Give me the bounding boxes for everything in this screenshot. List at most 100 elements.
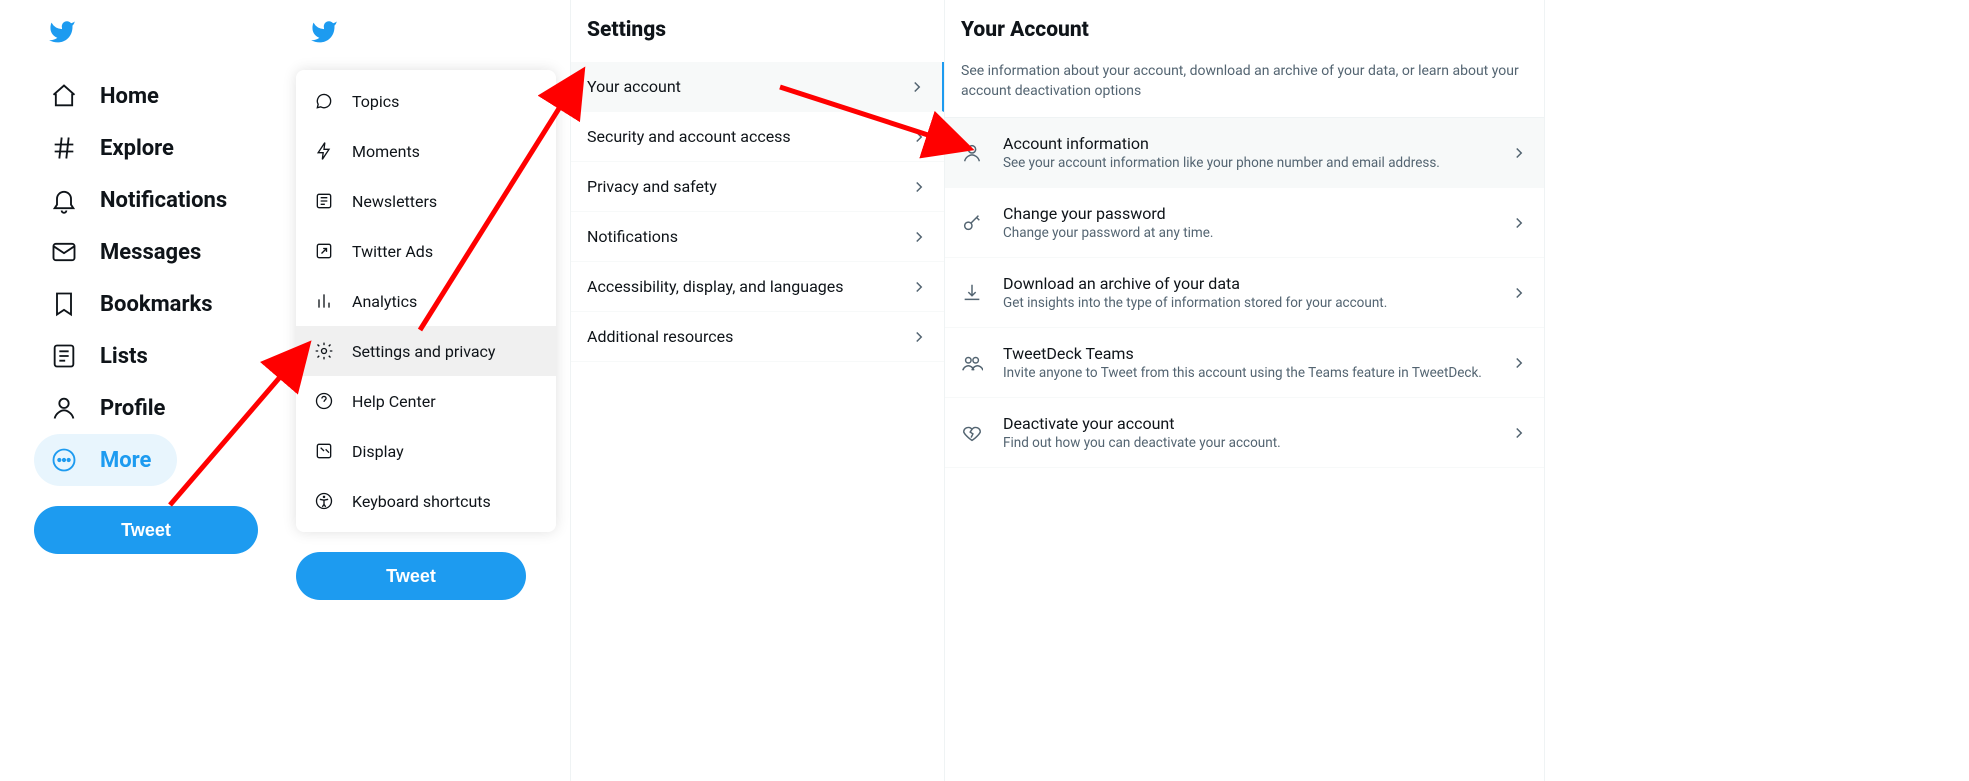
nav-notifications[interactable]: Notifications — [34, 174, 274, 226]
twitter-logo-icon[interactable] — [310, 18, 338, 46]
nav-label: Lists — [100, 344, 148, 369]
team-icon — [961, 352, 983, 374]
more-label: Keyboard shortcuts — [352, 492, 491, 511]
newsletter-icon — [314, 191, 334, 211]
analytics-icon — [314, 291, 334, 311]
chevron-right-icon — [908, 78, 926, 96]
user-icon — [961, 142, 983, 164]
envelope-icon — [50, 238, 78, 266]
settings-label: Your account — [587, 77, 681, 96]
more-analytics[interactable]: Analytics — [296, 276, 556, 326]
nav-home[interactable]: Home — [34, 70, 274, 122]
tweetdeck-teams-row[interactable]: TweetDeck Teams Invite anyone to Tweet f… — [945, 328, 1544, 398]
chevron-right-icon — [1510, 214, 1528, 232]
nav-label: Notifications — [100, 188, 227, 213]
chevron-right-icon — [910, 328, 928, 346]
chevron-right-icon — [910, 178, 928, 196]
account-info-row[interactable]: Account information See your account inf… — [945, 118, 1544, 188]
tweet-button[interactable]: Tweet — [34, 506, 258, 554]
settings-label: Security and account access — [587, 127, 791, 146]
chevron-right-icon — [1510, 284, 1528, 302]
change-password-row[interactable]: Change your password Change your passwor… — [945, 188, 1544, 258]
key-icon — [961, 212, 983, 234]
chevron-right-icon — [910, 228, 928, 246]
accessibility-icon — [314, 491, 334, 511]
account-column: Your Account See information about your … — [945, 0, 1545, 781]
nav-label: Bookmarks — [100, 292, 213, 317]
nav-label: More — [100, 448, 151, 473]
more-topics[interactable]: Topics — [296, 76, 556, 126]
more-menu: Topics Moments Newsletters Twitter Ads A… — [296, 70, 556, 532]
lists-icon — [50, 342, 78, 370]
detail-sub: Change your password at any time. — [1003, 225, 1490, 241]
nav-profile[interactable]: Profile — [34, 382, 274, 434]
settings-your-account[interactable]: Your account — [571, 62, 944, 112]
detail-title: Account information — [1003, 134, 1490, 153]
more-label: Analytics — [352, 292, 417, 311]
more-ads[interactable]: Twitter Ads — [296, 226, 556, 276]
nav-label: Profile — [100, 396, 165, 421]
settings-label: Accessibility, display, and languages — [587, 277, 844, 296]
heartbreak-icon — [961, 422, 983, 444]
hashtag-icon — [50, 134, 78, 162]
detail-title: TweetDeck Teams — [1003, 344, 1490, 363]
profile-icon — [50, 394, 78, 422]
detail-sub: See your account information like your p… — [1003, 155, 1490, 171]
nav-bookmarks[interactable]: Bookmarks — [34, 278, 274, 330]
chevron-right-icon — [1510, 354, 1528, 372]
account-title: Your Account — [945, 0, 1544, 62]
nav-label: Explore — [100, 136, 174, 161]
settings-accessibility[interactable]: Accessibility, display, and languages — [571, 262, 944, 312]
download-archive-row[interactable]: Download an archive of your data Get ins… — [945, 258, 1544, 328]
more-label: Moments — [352, 142, 420, 161]
bell-icon — [50, 186, 78, 214]
gear-icon — [314, 341, 334, 361]
settings-label: Additional resources — [587, 327, 733, 346]
nav-label: Home — [100, 84, 159, 109]
primary-nav: Home Explore Notifications Messages Book… — [34, 18, 274, 554]
twitter-logo-icon[interactable] — [48, 18, 76, 46]
account-description: See information about your account, down… — [945, 62, 1544, 118]
more-settings-privacy[interactable]: Settings and privacy — [296, 326, 556, 376]
settings-additional[interactable]: Additional resources — [571, 312, 944, 362]
bookmark-icon — [50, 290, 78, 318]
display-icon — [314, 441, 334, 461]
detail-title: Change your password — [1003, 204, 1490, 223]
settings-title: Settings — [571, 0, 944, 62]
deactivate-row[interactable]: Deactivate your account Find out how you… — [945, 398, 1544, 468]
topics-icon — [314, 91, 334, 111]
more-menu-column: Topics Moments Newsletters Twitter Ads A… — [296, 18, 556, 600]
settings-notifications[interactable]: Notifications — [571, 212, 944, 262]
chevron-right-icon — [1510, 424, 1528, 442]
more-icon — [50, 446, 78, 474]
chevron-right-icon — [910, 278, 928, 296]
more-label: Settings and privacy — [352, 342, 496, 361]
more-label: Newsletters — [352, 192, 437, 211]
more-display[interactable]: Display — [296, 426, 556, 476]
more-label: Display — [352, 442, 404, 461]
settings-security[interactable]: Security and account access — [571, 112, 944, 162]
detail-title: Deactivate your account — [1003, 414, 1490, 433]
tweet-button[interactable]: Tweet — [296, 552, 526, 600]
nav-messages[interactable]: Messages — [34, 226, 274, 278]
external-icon — [314, 241, 334, 261]
more-label: Help Center — [352, 392, 436, 411]
bolt-icon — [314, 141, 334, 161]
more-label: Topics — [352, 92, 399, 111]
more-label: Twitter Ads — [352, 242, 433, 261]
detail-sub: Find out how you can deactivate your acc… — [1003, 435, 1490, 451]
settings-column: Settings Your account Security and accou… — [570, 0, 945, 781]
more-newsletters[interactable]: Newsletters — [296, 176, 556, 226]
chevron-right-icon — [1510, 144, 1528, 162]
nav-explore[interactable]: Explore — [34, 122, 274, 174]
more-keyboard[interactable]: Keyboard shortcuts — [296, 476, 556, 526]
download-icon — [961, 282, 983, 304]
nav-more[interactable]: More — [34, 434, 177, 486]
more-moments[interactable]: Moments — [296, 126, 556, 176]
more-help[interactable]: Help Center — [296, 376, 556, 426]
detail-title: Download an archive of your data — [1003, 274, 1490, 293]
detail-sub: Get insights into the type of informatio… — [1003, 295, 1490, 311]
settings-label: Notifications — [587, 227, 678, 246]
settings-privacy[interactable]: Privacy and safety — [571, 162, 944, 212]
nav-lists[interactable]: Lists — [34, 330, 274, 382]
